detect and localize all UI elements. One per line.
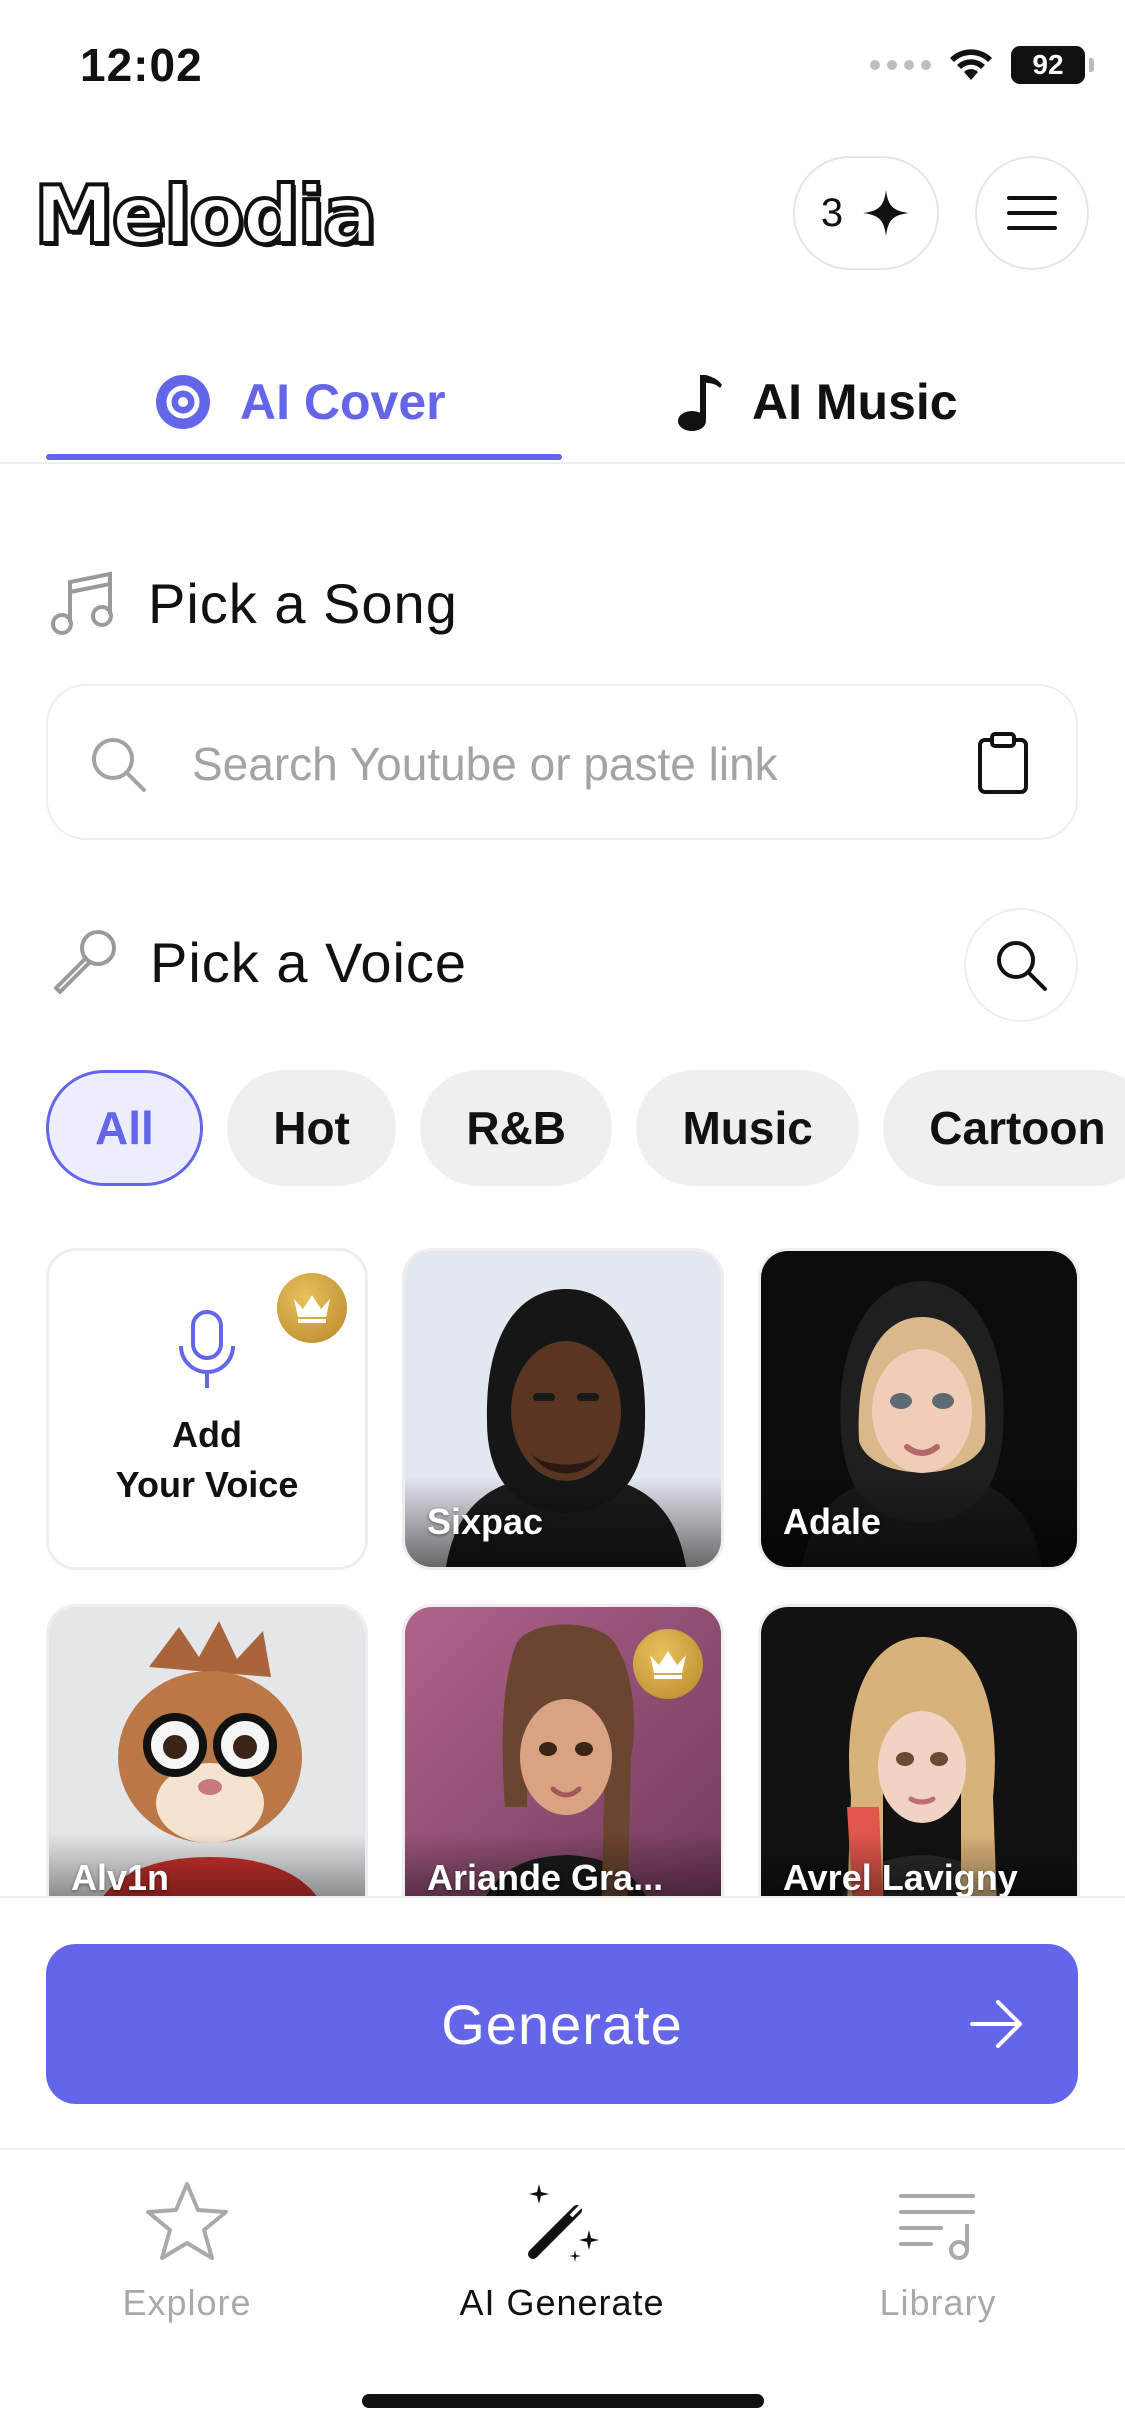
chip-rnb[interactable]: R&B — [420, 1070, 612, 1186]
voice-name: Alv1n — [71, 1857, 170, 1896]
credits-count: 3 — [820, 190, 844, 235]
add-voice-label-line: Add — [172, 1413, 242, 1455]
nav-label: Library — [879, 2282, 997, 2323]
music-note-icon — [678, 375, 722, 431]
sparkle-icon — [863, 190, 910, 236]
pick-song-heading: Pick a Song — [48, 568, 458, 638]
search-icon — [997, 941, 1047, 991]
hamburger-icon-line — [1007, 211, 1057, 215]
paste-clipboard-icon[interactable] — [976, 732, 1030, 794]
song-search-input[interactable] — [192, 726, 962, 802]
app-logo: Melodia — [32, 169, 379, 262]
add-voice-card[interactable]: Add Your Voice — [46, 1248, 368, 1570]
voice-name: Ariande Gra... — [427, 1857, 664, 1896]
add-voice-label: Add Your Voice — [116, 1410, 299, 1511]
song-search-box[interactable] — [46, 684, 1078, 840]
tab-label: AI Music — [752, 374, 958, 430]
magic-wand-icon — [528, 2184, 599, 2262]
wifi-icon — [950, 49, 992, 80]
premium-crown-icon — [633, 1629, 703, 1699]
home-indicator[interactable] — [362, 2394, 764, 2408]
status-bar: 12:02 92 — [0, 0, 1125, 140]
voice-grid: Add Your Voice Sixpac Adale Alv1n Ariand… — [46, 1248, 1080, 1896]
battery-level: 92 — [1032, 49, 1064, 80]
voice-category-chips: All Hot R&B Music Cartoon — [46, 1070, 1125, 1186]
voice-card-sixpac[interactable]: Sixpac — [402, 1248, 724, 1570]
arrow-right-icon — [970, 2000, 1022, 2048]
microphone-icon — [179, 1309, 235, 1388]
hamburger-icon-line — [1007, 226, 1057, 230]
generate-label: Generate — [441, 1992, 683, 2056]
active-tab-indicator — [46, 454, 562, 460]
generate-button[interactable]: Generate — [46, 1944, 1078, 2104]
voice-search-button[interactable] — [964, 908, 1078, 1022]
playlist-icon — [899, 2194, 975, 2260]
menu-button[interactable] — [975, 156, 1089, 270]
search-icon — [92, 738, 146, 792]
add-voice-label-line: Your Voice — [115, 1464, 299, 1505]
star-icon — [146, 2182, 228, 2260]
music-notes-icon — [51, 571, 113, 635]
voice-card-alv1n[interactable]: Alv1n — [46, 1604, 368, 1896]
nav-ai-generate[interactable]: AI Generate — [412, 2180, 712, 2324]
voice-card-avrel[interactable]: Avrel Lavigny — [758, 1604, 1080, 1896]
chip-hot[interactable]: Hot — [227, 1070, 396, 1186]
voice-card-ariande[interactable]: Ariande Gra... — [402, 1604, 724, 1896]
nav-label: AI Generate — [459, 2282, 665, 2323]
status-time: 12:02 — [80, 39, 203, 91]
voice-name: Sixpac — [427, 1501, 544, 1542]
pick-voice-heading: Pick a Voice — [48, 926, 467, 998]
section-title-text: Pick a Voice — [150, 930, 468, 994]
divider — [0, 1896, 1125, 1898]
microphone-icon — [54, 930, 116, 994]
chip-cartoon[interactable]: Cartoon — [883, 1070, 1125, 1186]
tab-label: AI Cover — [240, 374, 446, 430]
credits-button[interactable]: 3 — [793, 156, 939, 270]
tab-ai-music[interactable]: AI Music — [674, 340, 958, 464]
nav-library[interactable]: Library — [788, 2180, 1088, 2324]
disc-icon — [156, 375, 210, 429]
voice-name: Avrel Lavigny — [783, 1857, 1018, 1896]
nav-label: Explore — [122, 2282, 252, 2323]
battery-indicator: 92 — [1011, 46, 1094, 84]
bottom-navigation: Explore AI Generate Library — [0, 2148, 1125, 2436]
hamburger-icon-line — [1007, 196, 1057, 200]
chip-all[interactable]: All — [46, 1070, 203, 1186]
section-title-text: Pick a Song — [148, 571, 458, 635]
voice-name: Adale — [783, 1501, 882, 1542]
nav-explore[interactable]: Explore — [37, 2180, 337, 2324]
cellular-signal-icon — [870, 60, 931, 70]
status-icons: 92 — [870, 46, 1094, 84]
premium-crown-icon — [277, 1273, 347, 1343]
tab-ai-cover[interactable]: AI Cover — [154, 340, 446, 464]
chip-music[interactable]: Music — [636, 1070, 859, 1186]
voice-card-adale[interactable]: Adale — [758, 1248, 1080, 1570]
mode-tabs: AI Cover AI Music — [0, 340, 1125, 464]
